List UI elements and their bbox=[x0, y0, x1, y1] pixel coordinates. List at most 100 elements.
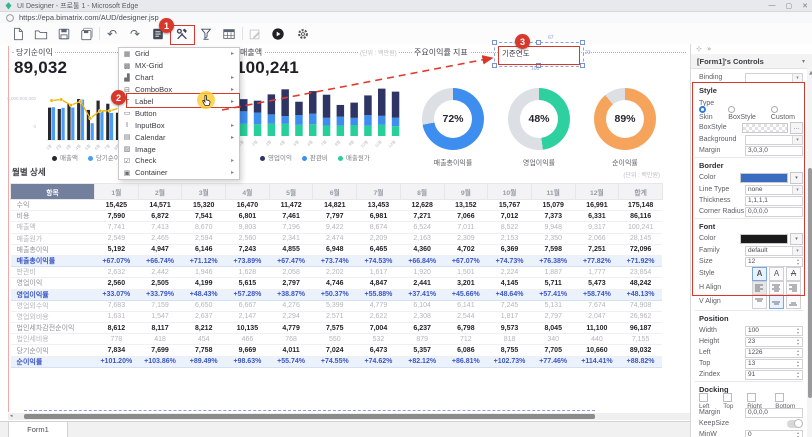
table-row: 영업이익2,5602,5054,1995,6152,7974,7464,8472… bbox=[11, 278, 663, 289]
valign-bottom-icon[interactable] bbox=[786, 295, 801, 309]
minimize-icon[interactable]: — bbox=[769, 2, 776, 9]
site-info-icon[interactable] bbox=[5, 13, 15, 23]
table-cell: 440 bbox=[575, 334, 619, 345]
save-icon[interactable] bbox=[56, 26, 72, 42]
settings-gear-icon[interactable] bbox=[295, 26, 311, 42]
docking-margin-input[interactable]: 0,0,0,0 bbox=[745, 408, 803, 418]
dropdown-icon[interactable]: ▾ bbox=[792, 74, 802, 82]
tools-icon[interactable] bbox=[174, 26, 190, 42]
zindex-stepper[interactable]: 91▴▾ bbox=[745, 370, 803, 380]
table-cell: 466 bbox=[226, 334, 270, 345]
bold-button[interactable]: A bbox=[752, 267, 767, 281]
row-label: 매출총이익 bbox=[11, 244, 95, 255]
table-cell: 454 bbox=[182, 334, 226, 345]
radio-custom[interactable]: Custom bbox=[771, 106, 803, 121]
legend-item[interactable]: 판관비 bbox=[302, 152, 328, 162]
top-stepper[interactable]: 13▴▾ bbox=[745, 359, 803, 369]
chevron-down-icon[interactable]: ▾ bbox=[802, 58, 805, 65]
donut-chart-매출총이익률[interactable]: 72% bbox=[422, 88, 484, 150]
italic-button[interactable]: A bbox=[769, 267, 784, 281]
font-color-dropdown-icon[interactable]: ▾ bbox=[790, 233, 803, 245]
minw-stepper[interactable]: 0▴▾ bbox=[745, 430, 803, 437]
save-all-icon[interactable] bbox=[79, 26, 95, 42]
scroll-left-icon[interactable]: ◂ bbox=[10, 413, 13, 419]
legend-item[interactable]: 매출액 bbox=[52, 152, 78, 162]
edit-icon[interactable] bbox=[247, 26, 263, 42]
menu-item-inputbox[interactable]: IInputBox▸ bbox=[119, 119, 239, 131]
funnel-icon[interactable] bbox=[198, 26, 214, 42]
menu-item-calendar[interactable]: ▤Calendar▸ bbox=[119, 131, 239, 143]
align-left-icon[interactable] bbox=[752, 281, 767, 295]
align-center-icon[interactable] bbox=[769, 281, 784, 295]
valign-top-icon[interactable] bbox=[752, 295, 767, 309]
boxstyle-more-button[interactable]: … bbox=[790, 122, 803, 134]
menu-item-image[interactable]: ▨Image bbox=[119, 143, 239, 155]
menu-item-label: Calendar bbox=[135, 133, 165, 142]
thickness-row: Thickness 1,1,1,1 bbox=[699, 195, 803, 206]
menu-item-check[interactable]: ☑Check▸ bbox=[119, 155, 239, 167]
menu-item-combobox[interactable]: ⊟ComboBox▸ bbox=[119, 84, 239, 96]
font-size-stepper[interactable]: 12▴▾ bbox=[745, 257, 803, 267]
radio-skin[interactable]: Skin bbox=[699, 106, 721, 121]
panel-scrollbar[interactable] bbox=[807, 68, 812, 437]
line-type-select[interactable]: none▾ bbox=[745, 185, 803, 195]
height-stepper[interactable]: 23▴▾ bbox=[745, 337, 803, 347]
margin-input[interactable]: 3,0,3,0 bbox=[745, 146, 803, 156]
width-stepper[interactable]: 100▴▾ bbox=[745, 326, 803, 336]
panel-dock-icon[interactable]: ⊹ bbox=[696, 45, 702, 53]
menu-item-chart[interactable]: ▟Chart▸ bbox=[119, 72, 239, 84]
boxstyle-swatch[interactable] bbox=[742, 123, 788, 133]
close-icon[interactable]: ✕ bbox=[802, 2, 808, 10]
font-family-select[interactable]: default▾ bbox=[745, 246, 803, 256]
valign-middle-icon[interactable] bbox=[769, 295, 784, 309]
strikethrough-button[interactable]: A bbox=[786, 267, 801, 281]
corner-radius-input[interactable]: 0,0,0,0 bbox=[745, 207, 803, 217]
row-label: 비용 bbox=[11, 211, 95, 222]
keepsize-toggle[interactable] bbox=[787, 420, 803, 428]
annotation-badge-3: 3 bbox=[515, 34, 530, 49]
table-cell: 2,294 bbox=[269, 311, 313, 322]
font-color-swatch[interactable] bbox=[740, 234, 788, 244]
detail-table-unit: (단위 : 백만원) bbox=[560, 170, 660, 179]
table-row: 법인세차감전순이익8,6128,1178,21210,1354,7797,575… bbox=[11, 323, 663, 334]
horizontal-scrollbar[interactable]: ◂ bbox=[8, 413, 690, 420]
binding-select[interactable]: ▾ bbox=[745, 73, 803, 83]
grid-view-icon[interactable] bbox=[221, 26, 237, 42]
menu-item-grid[interactable]: ▦Grid▸ bbox=[119, 48, 239, 60]
left-stepper[interactable]: 1226▴▾ bbox=[745, 348, 803, 358]
legend-item[interactable]: 영업이익 bbox=[260, 152, 292, 162]
legend-item[interactable]: 매출원가 bbox=[338, 152, 370, 162]
open-folder-icon[interactable] bbox=[33, 26, 49, 42]
valign-label: V Align bbox=[699, 298, 752, 305]
url-text[interactable]: https://epa.bimatrix.com/AUD/designer.js… bbox=[19, 13, 159, 22]
border-color-dropdown-icon[interactable]: ▾ bbox=[790, 172, 803, 184]
panel-header[interactable]: [Form1]'s Controls ▾ bbox=[691, 54, 812, 69]
tab-form1[interactable]: Form1 bbox=[8, 422, 68, 437]
menu-item-mx-grid[interactable]: ▩MX-Grid bbox=[119, 60, 239, 72]
halign-row: H Align bbox=[699, 282, 803, 293]
donut-label: 영업이익률 bbox=[508, 158, 570, 168]
svg-text:10월: 10월 bbox=[359, 138, 369, 148]
panel-scrollbar-thumb[interactable] bbox=[808, 168, 812, 398]
radio-boxstyle[interactable]: BoxStyle bbox=[728, 106, 764, 121]
maximize-icon[interactable]: ▢ bbox=[786, 2, 793, 10]
donut-chart-순이익률[interactable]: 89% bbox=[594, 88, 656, 150]
run-icon[interactable] bbox=[270, 26, 286, 42]
align-right-icon[interactable] bbox=[786, 281, 801, 295]
redo-icon[interactable]: ↷ bbox=[127, 26, 143, 42]
style-section-title: Style bbox=[699, 86, 717, 95]
column-header: 3월 bbox=[182, 184, 226, 200]
sales-stacked-chart[interactable]: 1월2월3월4월5월6월7월8월9월10월11월12월 bbox=[234, 80, 408, 156]
menu-item-button[interactable]: ▭Button bbox=[119, 107, 239, 119]
background-select[interactable]: ▾ bbox=[745, 135, 803, 145]
undo-icon[interactable]: ↶ bbox=[104, 26, 120, 42]
menu-item-label[interactable]: TLabel▸ bbox=[119, 96, 239, 108]
new-file-icon[interactable] bbox=[10, 26, 26, 42]
scrollbar-thumb[interactable] bbox=[24, 414, 595, 419]
panel-collapse-icon[interactable]: » bbox=[707, 45, 711, 53]
border-color-swatch[interactable] bbox=[740, 173, 788, 183]
menu-item-container[interactable]: ▣Container▸ bbox=[119, 167, 239, 179]
donut-chart-영업이익률[interactable]: 48% bbox=[508, 88, 570, 150]
thickness-input[interactable]: 1,1,1,1 bbox=[745, 196, 803, 206]
table-cell: 5,131 bbox=[531, 300, 575, 311]
